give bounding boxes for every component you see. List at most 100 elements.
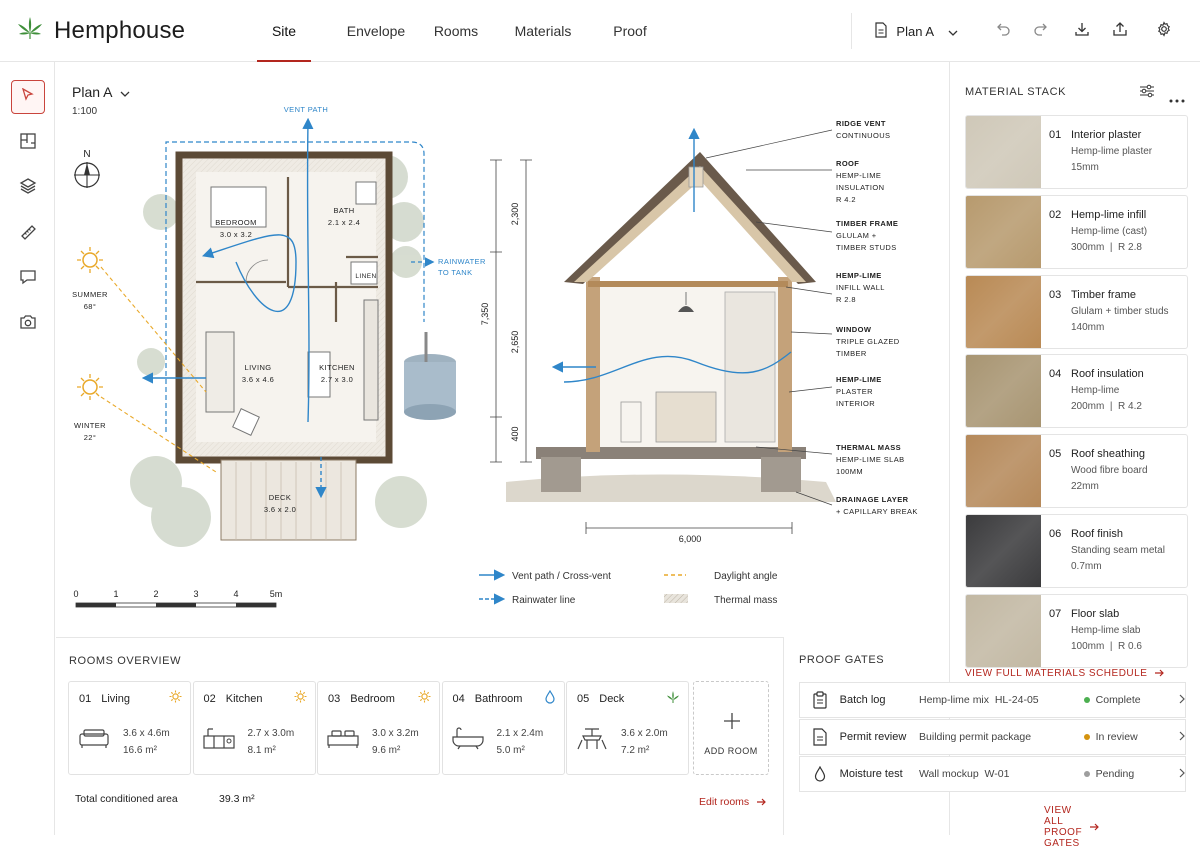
material-spec: Glulam + timber studs xyxy=(1071,305,1169,317)
more-options-icon[interactable] xyxy=(1169,90,1185,108)
floorplan-tool-button[interactable] xyxy=(11,126,45,160)
room-card-living[interactable]: 01 Living 3.6 x 4.6m 16.6 m² xyxy=(68,681,191,775)
edit-rooms-label: Edit rooms xyxy=(699,796,750,808)
north-label: N xyxy=(83,149,90,160)
tool-rail xyxy=(0,62,55,835)
tab-envelope[interactable]: Envelope xyxy=(336,0,416,62)
measure-tool-button[interactable] xyxy=(11,217,45,251)
water-drop-icon xyxy=(544,689,556,709)
main-tabs: Site Envelope Rooms Materials Proof xyxy=(250,0,660,62)
gate-description: Building permit package xyxy=(919,731,1032,743)
material-card[interactable]: 05 Roof sheathing Wood fibre board 22mm xyxy=(965,434,1188,509)
proof-gate-row[interactable]: Batch log Hemp-lime mix HL-24-05 Complete xyxy=(799,682,1186,718)
kitchen-icon xyxy=(202,726,236,755)
dim-2300: 2,300 xyxy=(510,203,520,226)
room-card-bedroom[interactable]: 03 Bedroom 3.0 x 3.2m 9.6 m² xyxy=(317,681,440,775)
arrow-right-icon xyxy=(757,793,767,811)
gate-description: Wall mockup W-01 xyxy=(919,768,1010,780)
room-card-bathroom[interactable]: 04 Bathroom 2.1 x 2.4m 5.0 m² xyxy=(441,681,565,775)
sun-labels: SUMMER 68° WINTER 22° xyxy=(72,290,108,442)
tab-site[interactable]: Site xyxy=(249,0,319,62)
section-callout-text: TIMBER FRAME xyxy=(836,219,898,228)
view-materials-schedule-link[interactable]: VIEW FULL MATERIALS SCHEDULE xyxy=(965,664,1165,682)
material-swatch xyxy=(966,116,1041,188)
plan-label-deck-dim: 3.6 x 2.0 xyxy=(264,505,296,514)
layers-tool-button[interactable] xyxy=(11,171,45,205)
add-room-button[interactable]: ADD ROOM xyxy=(693,681,769,775)
material-card[interactable]: 04 Roof insulation Hemp-lime 200mm | R 4.2 xyxy=(965,354,1188,429)
proof-gate-row[interactable]: Permit review Building permit package In r… xyxy=(799,719,1186,755)
view-all-proof-gates-link[interactable]: VIEW ALL PROOF GATES xyxy=(1044,805,1100,849)
scale-bar: 0 1 2 3 4 5m xyxy=(73,589,282,608)
winter-sun-icon xyxy=(77,374,103,400)
floorplan-icon xyxy=(19,132,37,155)
dim-400: 400 xyxy=(510,426,520,441)
redo-button[interactable] xyxy=(1024,15,1056,47)
proof-gates-title: PROOF GATES xyxy=(799,654,885,666)
chevron-down-icon xyxy=(948,24,958,39)
room-dimensions: 2.1 x 2.4m xyxy=(496,728,544,739)
scale-tick-3: 3 xyxy=(193,589,198,599)
section-callout-text: R 4.2 xyxy=(836,195,856,204)
share-button[interactable] xyxy=(1104,15,1136,47)
proof-gate-row[interactable]: Moisture test Wall mockup W-01 Pending xyxy=(799,756,1186,792)
gate-status: Pending xyxy=(1095,768,1135,780)
scale-tick-2: 2 xyxy=(153,589,158,599)
chevron-right-icon xyxy=(1179,694,1185,707)
settings-button[interactable] xyxy=(1148,15,1180,47)
material-thickness: 100mm | R 0.6 xyxy=(1071,640,1142,652)
plan-and-section-drawing: N BEDROOM 3.0 x 3.2 BATH 2.1 x 2.4 LINEN… xyxy=(72,105,917,608)
drawing-canvas[interactable]: Plan A 1:100 N BEDROOM 3.0 x 3.2 BATH 2.… xyxy=(56,62,948,636)
material-card[interactable]: 01 Interior plaster Hemp-lime plaster 15mm xyxy=(965,115,1188,189)
material-spec: Hemp-lime xyxy=(1071,385,1120,397)
comment-tool-button[interactable] xyxy=(11,262,45,296)
plan-label-linen: LINEN xyxy=(355,273,376,280)
top-actions: Plan A xyxy=(851,0,1200,62)
section-callout-text: INSULATION xyxy=(836,183,884,192)
section-callout-text: HEMP-LIME xyxy=(836,271,882,280)
download-button[interactable] xyxy=(1066,15,1098,47)
brand[interactable]: Hemphouse xyxy=(0,14,250,47)
plan-label-kitchen-dim: 2.7 x 3.0 xyxy=(321,375,353,384)
tab-proof[interactable]: Proof xyxy=(600,0,660,62)
material-card[interactable]: 06 Roof finish Standing seam metal 0.7mm xyxy=(965,514,1188,588)
plan-selector[interactable]: Plan A xyxy=(851,13,980,49)
material-stack-title: MATERIAL STACK xyxy=(965,86,1067,98)
section-callout-text: TIMBER xyxy=(836,349,867,358)
section-callout-text: CONTINUOUS xyxy=(836,131,890,140)
undo-button[interactable] xyxy=(988,15,1020,47)
tab-materials[interactable]: Materials xyxy=(503,0,583,62)
winter-angle: 22° xyxy=(84,433,97,442)
total-area-label: Total conditioned area xyxy=(75,793,178,805)
camera-icon xyxy=(19,313,37,336)
material-spec: Hemp-lime (cast) xyxy=(1071,225,1148,237)
section-callout-text: INFILL WALL xyxy=(836,283,885,292)
material-card[interactable]: 02 Hemp-lime infill Hemp-lime (cast) 300mm … xyxy=(965,194,1188,269)
comment-icon xyxy=(19,268,37,291)
camera-tool-button[interactable] xyxy=(11,307,45,341)
tab-rooms[interactable]: Rooms xyxy=(421,0,491,62)
material-name: Roof sheathing xyxy=(1071,448,1145,461)
section-callout-text: GLULAM + xyxy=(836,231,877,240)
material-thickness: 0.7mm xyxy=(1071,561,1102,572)
gear-icon xyxy=(1156,20,1172,42)
vent-path-label: VENT PATH xyxy=(284,105,328,114)
total-area-value: 39.3 m² xyxy=(219,793,255,805)
room-card-kitchen[interactable]: 02 Kitchen 2.7 x 3.0m 8.1 m² xyxy=(192,681,316,775)
ruler-icon xyxy=(19,223,37,246)
patio-table-icon xyxy=(575,726,609,755)
material-card[interactable]: 03 Timber frame Glulam + timber studs 140mm xyxy=(965,274,1188,349)
material-thickness: 15mm xyxy=(1071,162,1099,173)
water-drop-icon xyxy=(800,766,840,782)
material-swatch xyxy=(966,195,1041,268)
material-name: Interior plaster xyxy=(1071,129,1142,141)
material-card[interactable]: 07 Floor slab Hemp-lime slab 100mm | R 0.6 xyxy=(965,593,1188,668)
room-card-deck[interactable]: 05 Deck 3.6 x 2.0m 7.2 m² xyxy=(566,681,689,775)
scale-tick-1: 1 xyxy=(113,589,118,599)
sliders-icon[interactable] xyxy=(1139,84,1155,103)
edit-rooms-link[interactable]: Edit rooms xyxy=(699,793,767,811)
winter-label: WINTER xyxy=(74,421,106,430)
select-tool-button[interactable] xyxy=(11,80,45,114)
room-area: 16.6 m² xyxy=(123,745,157,756)
room-area: 8.1 m² xyxy=(247,745,276,756)
